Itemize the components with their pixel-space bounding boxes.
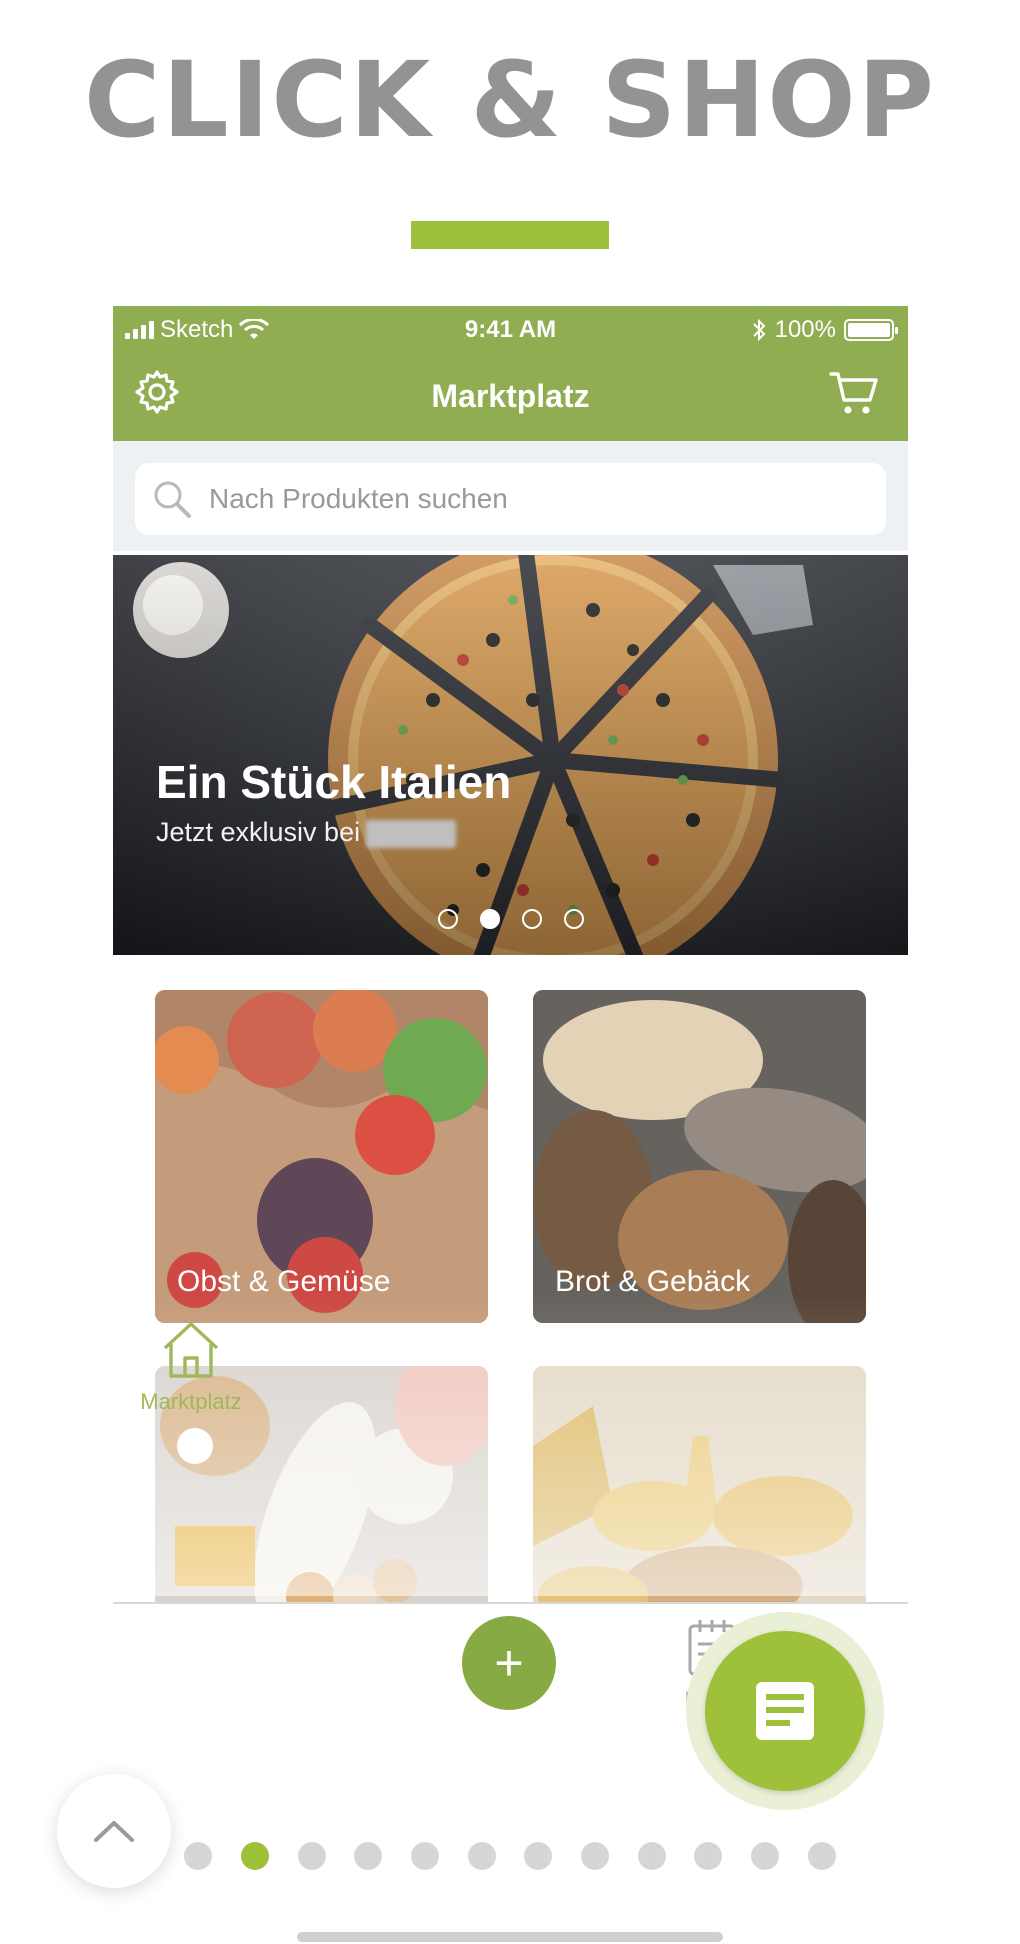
home-indicator xyxy=(297,1932,723,1942)
tab-marktplatz-label: Marktplatz xyxy=(140,1389,242,1414)
tab-bar xyxy=(113,1602,908,1606)
hero-subtitle: Jetzt exklusiv bei xyxy=(156,817,457,848)
cart-icon[interactable] xyxy=(828,366,880,418)
page-indicator xyxy=(0,1842,1020,1872)
tab-marktplatz[interactable]: Marktplatz xyxy=(121,1318,261,1415)
add-button[interactable]: + xyxy=(462,1616,556,1710)
page-dot[interactable] xyxy=(184,1842,212,1870)
page-dot[interactable] xyxy=(298,1842,326,1870)
page-dot-active[interactable] xyxy=(241,1842,269,1870)
floating-action-button[interactable] xyxy=(705,1631,865,1791)
category-tile-obst-gemuese[interactable]: Obst & Gemüse xyxy=(155,990,488,1323)
page-dot[interactable] xyxy=(354,1842,382,1870)
title-accent-bar xyxy=(411,221,609,249)
page-dot[interactable] xyxy=(411,1842,439,1870)
battery-percent: 100% xyxy=(774,316,836,343)
hero-subtitle-text: Jetzt exklusiv bei xyxy=(156,817,361,847)
nav-title: Marktplatz xyxy=(431,378,590,414)
page-dot[interactable] xyxy=(468,1842,496,1870)
carousel-dot-active[interactable] xyxy=(479,909,500,929)
app-header: Sketch 9:41 AM 100% Marktplatz xyxy=(113,306,908,441)
status-bar: Sketch 9:41 AM 100% xyxy=(113,306,908,354)
bluetooth-icon xyxy=(752,318,766,342)
home-icon xyxy=(163,1322,219,1378)
page-dot[interactable] xyxy=(524,1842,552,1870)
carousel-dot[interactable] xyxy=(521,909,542,929)
category-label: Brot & Gebäck xyxy=(555,1265,751,1298)
page-dot[interactable] xyxy=(638,1842,666,1870)
blurred-brand-logo xyxy=(366,819,457,848)
carousel-dot[interactable] xyxy=(437,909,458,929)
plus-icon: + xyxy=(494,1635,524,1691)
hero-title: Ein Stück Italien xyxy=(156,756,512,808)
category-label: Obst & Gemüse xyxy=(177,1265,391,1298)
carousel-dot[interactable] xyxy=(563,909,584,929)
chevron-up-icon xyxy=(94,1821,134,1842)
hero-carousel-dots xyxy=(113,909,908,929)
search-icon xyxy=(154,481,191,518)
search-area xyxy=(113,441,908,551)
search-input[interactable] xyxy=(209,483,829,515)
category-tile-brot-gebaeck[interactable]: Brot & Gebäck xyxy=(533,990,866,1323)
page-dot[interactable] xyxy=(581,1842,609,1870)
page-dot[interactable] xyxy=(808,1842,836,1870)
search-bar[interactable] xyxy=(135,463,886,535)
page-dot[interactable] xyxy=(751,1842,779,1870)
page-dot[interactable] xyxy=(694,1842,722,1870)
battery-icon xyxy=(844,319,898,341)
hero-banner[interactable]: Ein Stück Italien Jetzt exklusiv bei xyxy=(113,555,908,955)
page-title: CLICK & SHOP xyxy=(84,39,936,161)
document-icon xyxy=(756,1682,814,1740)
